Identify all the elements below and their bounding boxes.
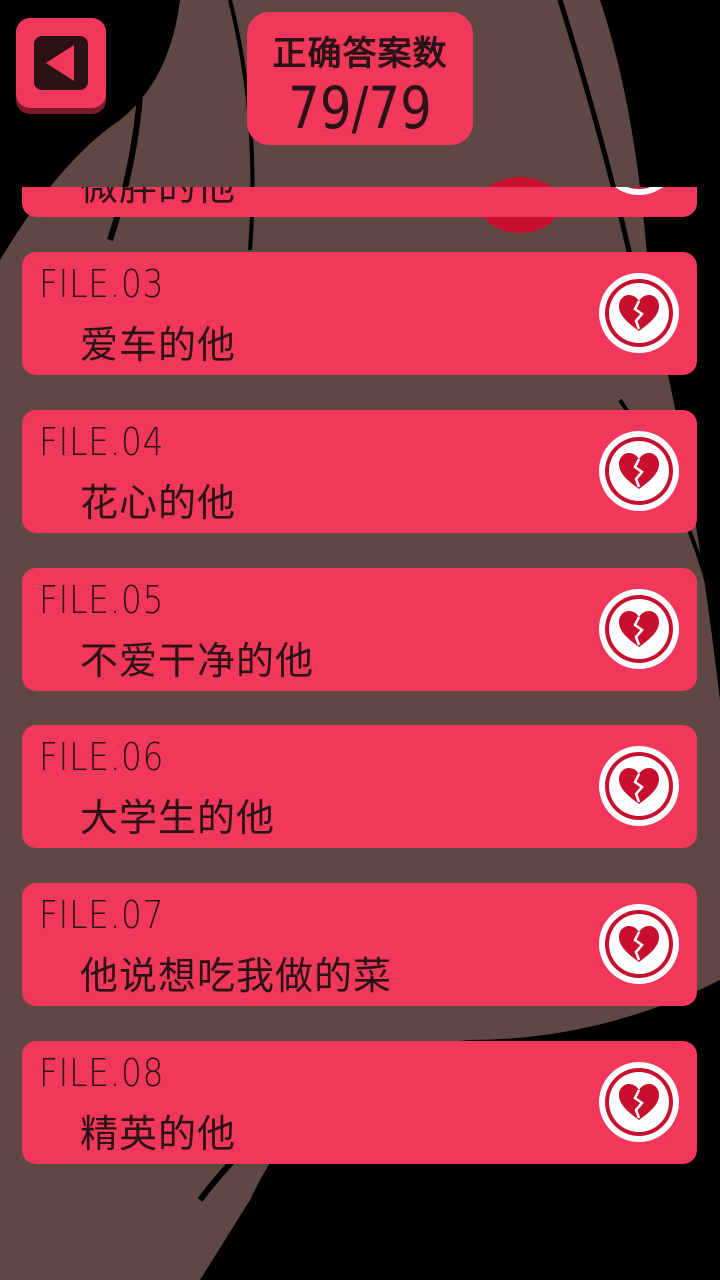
back-triangle-icon — [34, 36, 88, 90]
file-title: 他说想吃我做的菜 — [80, 954, 393, 998]
file-card-06[interactable]: FILE.06 大学生的他 — [22, 725, 697, 848]
file-card-07[interactable]: FILE.07 他说想吃我做的菜 — [22, 883, 697, 1006]
file-number: FILE.04 — [39, 420, 165, 464]
file-card-03[interactable]: FILE.03 爱车的他 — [22, 252, 697, 375]
broken-heart-icon — [599, 746, 679, 826]
file-number: FILE.06 — [39, 735, 165, 779]
broken-heart-icon — [599, 904, 679, 984]
file-card-04[interactable]: FILE.04 花心的他 — [22, 410, 697, 533]
broken-heart-icon — [599, 589, 679, 669]
correct-answers-panel: 正确答案数 79/79 — [247, 12, 473, 145]
score-value: 79/79 — [288, 74, 432, 142]
file-number: FILE.05 — [39, 578, 165, 622]
file-number: FILE.08 — [39, 1051, 165, 1095]
file-title: 花心的他 — [80, 481, 237, 525]
file-card-partial[interactable]: 微胖的他 — [22, 187, 697, 217]
file-title: 爱车的他 — [80, 323, 237, 367]
broken-heart-icon — [599, 431, 679, 511]
file-title: 微胖的他 — [80, 187, 237, 209]
file-title: 不爱干净的他 — [80, 639, 315, 683]
file-title: 大学生的他 — [80, 796, 276, 840]
file-title: 精英的他 — [80, 1112, 237, 1156]
file-number: FILE.07 — [39, 893, 165, 937]
broken-heart-icon — [615, 187, 663, 195]
broken-heart-icon — [599, 273, 679, 353]
file-list[interactable]: 微胖的他 FILE.03 爱车的他 FILE.04 花心的他 FILE.05 不… — [0, 187, 720, 1280]
score-label: 正确答案数 — [272, 34, 448, 74]
file-number: FILE.03 — [39, 262, 165, 306]
file-card-05[interactable]: FILE.05 不爱干净的他 — [22, 568, 697, 691]
broken-heart-icon — [599, 1062, 679, 1142]
back-button[interactable] — [16, 18, 106, 108]
file-card-08[interactable]: FILE.08 精英的他 — [22, 1041, 697, 1164]
